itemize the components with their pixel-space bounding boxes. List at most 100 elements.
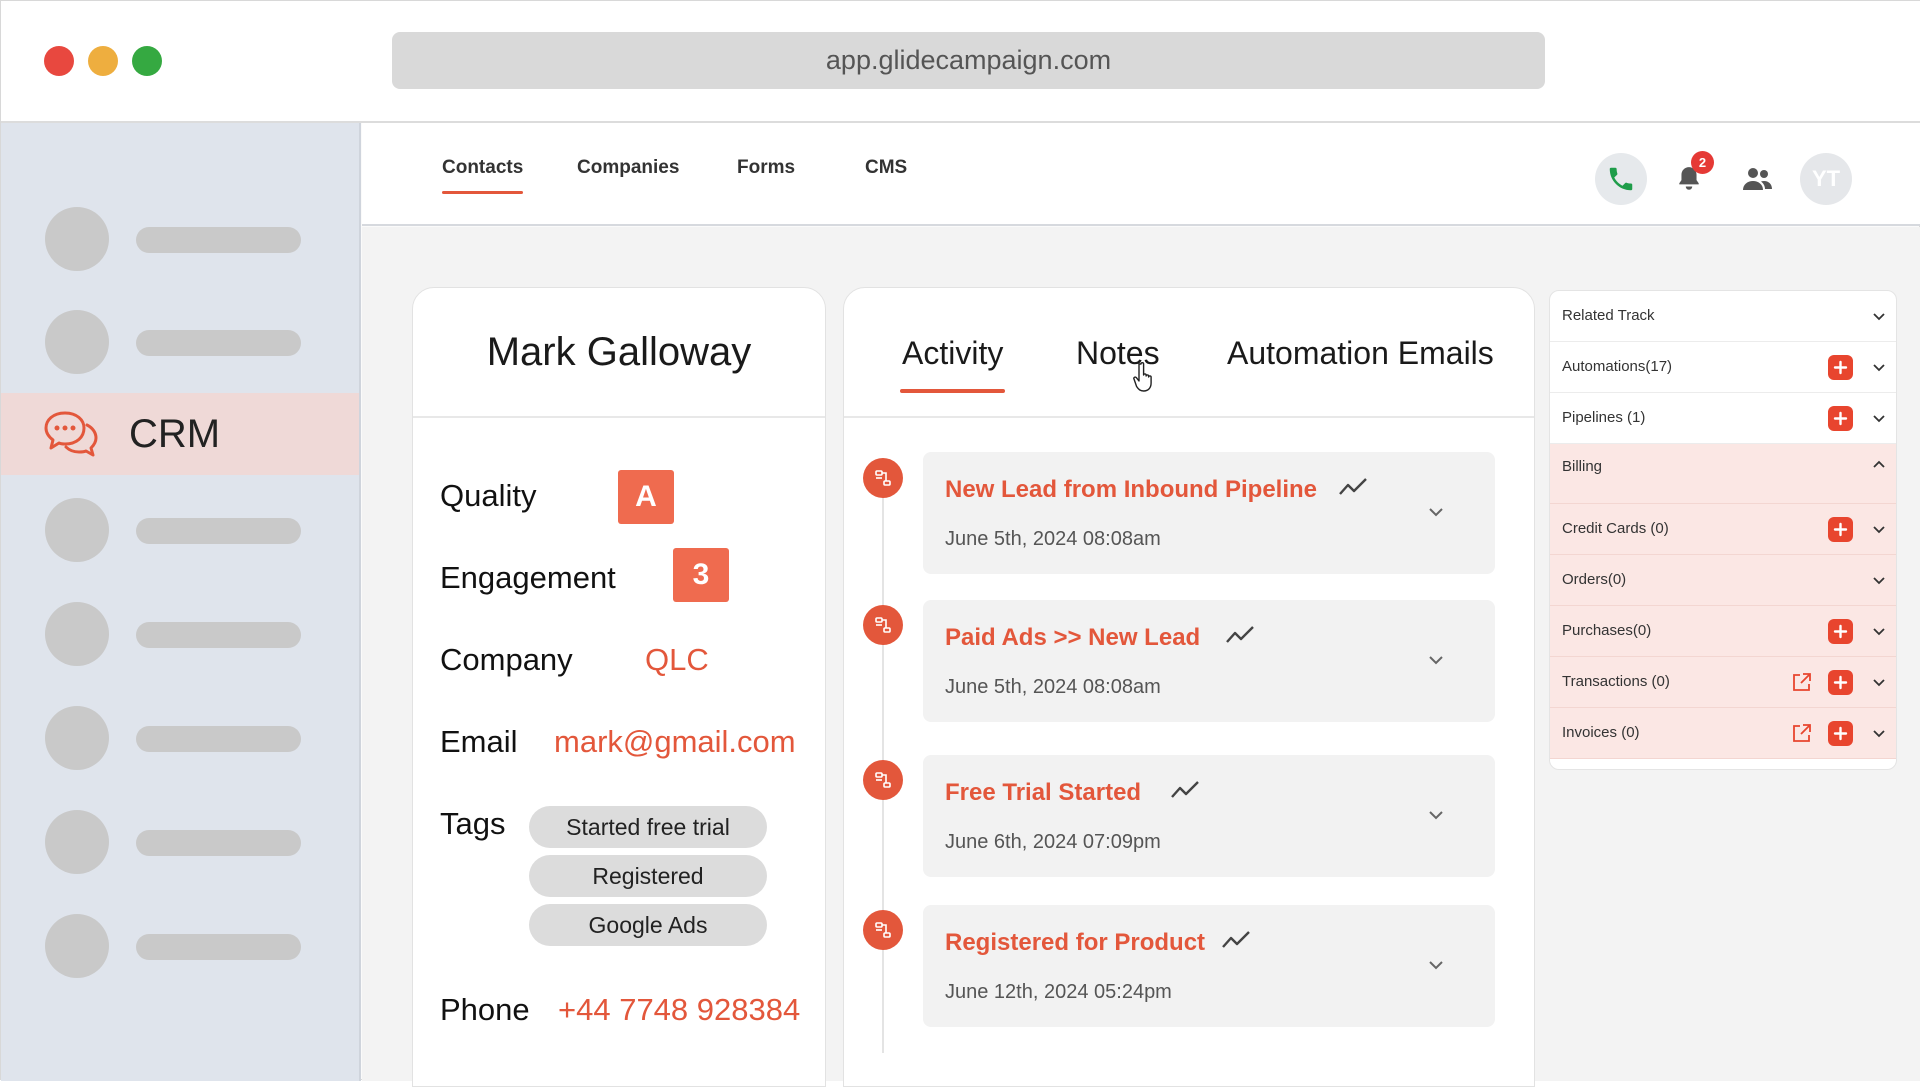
chevron-down-icon[interactable] bbox=[1872, 524, 1886, 534]
activity-event[interactable]: New Lead from Inbound Pipeline June 5th,… bbox=[923, 452, 1495, 574]
workflow-icon bbox=[875, 772, 891, 788]
sidebar-text-placeholder bbox=[136, 726, 301, 752]
sidebar-text-placeholder bbox=[136, 518, 301, 544]
notification-badge: 2 bbox=[1691, 151, 1714, 174]
external-link-icon[interactable] bbox=[1791, 672, 1812, 693]
browser-chrome: app.glidecampaign.com bbox=[1, 1, 1920, 123]
sidebar-item-placeholder[interactable] bbox=[1, 490, 359, 570]
sidebar-text-placeholder bbox=[136, 934, 301, 960]
sidebar-avatar-placeholder bbox=[45, 310, 109, 374]
plus-icon bbox=[1833, 360, 1848, 375]
tab-contacts[interactable]: Contacts bbox=[442, 157, 524, 194]
panel-row-purchases-0[interactable]: Purchases(0) bbox=[1550, 606, 1896, 657]
related-panel: Related Track Automations(17) Pipelines (1… bbox=[1549, 290, 1897, 770]
add-button[interactable] bbox=[1828, 670, 1853, 695]
timeline-marker bbox=[863, 760, 903, 800]
panel-row-pipelines-1[interactable]: Pipelines (1) bbox=[1550, 393, 1896, 444]
sidebar-avatar-placeholder bbox=[45, 810, 109, 874]
sidebar-item-placeholder[interactable] bbox=[1, 802, 359, 882]
chevron-up-icon[interactable] bbox=[1872, 460, 1886, 470]
trend-icon bbox=[1226, 626, 1254, 643]
panel-row-label: Related Track bbox=[1562, 307, 1655, 324]
event-date: June 5th, 2024 08:08am bbox=[945, 676, 1161, 698]
user-avatar[interactable]: YT bbox=[1800, 153, 1852, 205]
sidebar-item-placeholder[interactable] bbox=[1, 698, 359, 778]
chevron-down-icon[interactable] bbox=[1872, 575, 1886, 585]
sidebar-avatar-placeholder bbox=[45, 914, 109, 978]
tab-activity[interactable]: Activity bbox=[899, 335, 1006, 393]
chevron-down-icon[interactable] bbox=[1872, 362, 1886, 372]
top-nav: Contacts Companies Forms CMS 2 YT bbox=[362, 123, 1920, 226]
team-button[interactable] bbox=[1731, 153, 1783, 205]
chevron-down-icon[interactable] bbox=[1872, 413, 1886, 423]
panel-row-invoices-0[interactable]: Invoices (0) bbox=[1550, 708, 1896, 759]
chevron-down-icon[interactable] bbox=[1872, 311, 1886, 321]
chevron-down-icon[interactable] bbox=[1427, 959, 1445, 971]
tag-chip[interactable]: Started free trial bbox=[529, 806, 767, 848]
email-label: Email bbox=[440, 724, 518, 759]
phone-link[interactable]: +44 7748 928384 bbox=[558, 992, 800, 1028]
panel-row-related-track[interactable]: Related Track bbox=[1550, 291, 1896, 342]
activity-event[interactable]: Free Trial Started June 6th, 2024 07:09p… bbox=[923, 755, 1495, 877]
chevron-down-icon[interactable] bbox=[1427, 506, 1445, 518]
timeline-marker bbox=[863, 605, 903, 645]
tag-chip[interactable]: Google Ads bbox=[529, 904, 767, 946]
add-button[interactable] bbox=[1828, 619, 1853, 644]
contact-header: Mark Galloway bbox=[413, 288, 825, 418]
panel-row-orders-0[interactable]: Orders(0) bbox=[1550, 555, 1896, 606]
sidebar-item-crm[interactable]: CRM bbox=[1, 393, 359, 475]
tab-forms[interactable]: Forms bbox=[737, 157, 795, 179]
event-date: June 12th, 2024 05:24pm bbox=[945, 981, 1172, 1003]
address-bar[interactable]: app.glidecampaign.com bbox=[392, 32, 1545, 89]
tab-automation-emails[interactable]: Automation Emails bbox=[1227, 335, 1494, 372]
panel-row-credit-cards-0[interactable]: Credit Cards (0) bbox=[1550, 504, 1896, 555]
window-close-button[interactable] bbox=[44, 46, 74, 76]
main-content: Mark Galloway Quality A Engagement 3 Com… bbox=[362, 227, 1920, 1087]
add-button[interactable] bbox=[1828, 355, 1853, 380]
event-title: Paid Ads >> New Lead bbox=[945, 624, 1201, 651]
panel-row-label: Pipelines (1) bbox=[1562, 409, 1646, 426]
window-maximize-button[interactable] bbox=[132, 46, 162, 76]
sidebar-item-placeholder[interactable] bbox=[1, 199, 359, 279]
external-link-icon[interactable] bbox=[1791, 723, 1812, 744]
panel-row-label: Purchases(0) bbox=[1562, 622, 1652, 639]
company-label: Company bbox=[440, 642, 573, 677]
add-button[interactable] bbox=[1828, 406, 1853, 431]
activity-event[interactable]: Registered for Product June 12th, 2024 0… bbox=[923, 905, 1495, 1027]
app-window: app.glidecampaign.com CRM Contacts Compa… bbox=[0, 0, 1920, 1087]
panel-row-label: Automations(17) bbox=[1562, 358, 1673, 375]
sidebar-item-placeholder[interactable] bbox=[1, 906, 359, 986]
phone-button[interactable] bbox=[1595, 153, 1647, 205]
company-link[interactable]: QLC bbox=[645, 642, 709, 678]
add-button[interactable] bbox=[1828, 721, 1853, 746]
sidebar-item-placeholder[interactable] bbox=[1, 594, 359, 674]
plus-icon bbox=[1833, 624, 1848, 639]
panel-row-billing[interactable]: Billing bbox=[1550, 444, 1896, 504]
chat-bubbles-icon bbox=[44, 411, 98, 457]
sidebar-item-placeholder[interactable] bbox=[1, 302, 359, 382]
quality-grade-badge: A bbox=[618, 470, 674, 524]
add-button[interactable] bbox=[1828, 517, 1853, 542]
panel-row-label: Credit Cards (0) bbox=[1562, 520, 1669, 537]
event-title: Registered for Product bbox=[945, 929, 1206, 956]
email-link[interactable]: mark@gmail.com bbox=[554, 724, 796, 760]
chevron-down-icon[interactable] bbox=[1427, 809, 1445, 821]
sidebar: CRM bbox=[1, 123, 361, 1081]
tag-chip[interactable]: Registered bbox=[529, 855, 767, 897]
chevron-down-icon[interactable] bbox=[1872, 677, 1886, 687]
chevron-down-icon[interactable] bbox=[1872, 626, 1886, 636]
workflow-icon bbox=[875, 617, 891, 633]
panel-row-automations-17[interactable]: Automations(17) bbox=[1550, 342, 1896, 393]
window-minimize-button[interactable] bbox=[88, 46, 118, 76]
tab-cms[interactable]: CMS bbox=[865, 157, 907, 179]
tab-companies[interactable]: Companies bbox=[577, 157, 679, 179]
sidebar-avatar-placeholder bbox=[45, 207, 109, 271]
chevron-down-icon[interactable] bbox=[1427, 654, 1445, 666]
trend-icon bbox=[1171, 781, 1199, 798]
activity-event[interactable]: Paid Ads >> New Lead June 5th, 2024 08:0… bbox=[923, 600, 1495, 722]
plus-icon bbox=[1833, 726, 1848, 741]
panel-row-label: Orders(0) bbox=[1562, 571, 1627, 588]
chevron-down-icon[interactable] bbox=[1872, 728, 1886, 738]
panel-row-transactions-0[interactable]: Transactions (0) bbox=[1550, 657, 1896, 708]
engagement-label: Engagement bbox=[440, 560, 616, 595]
